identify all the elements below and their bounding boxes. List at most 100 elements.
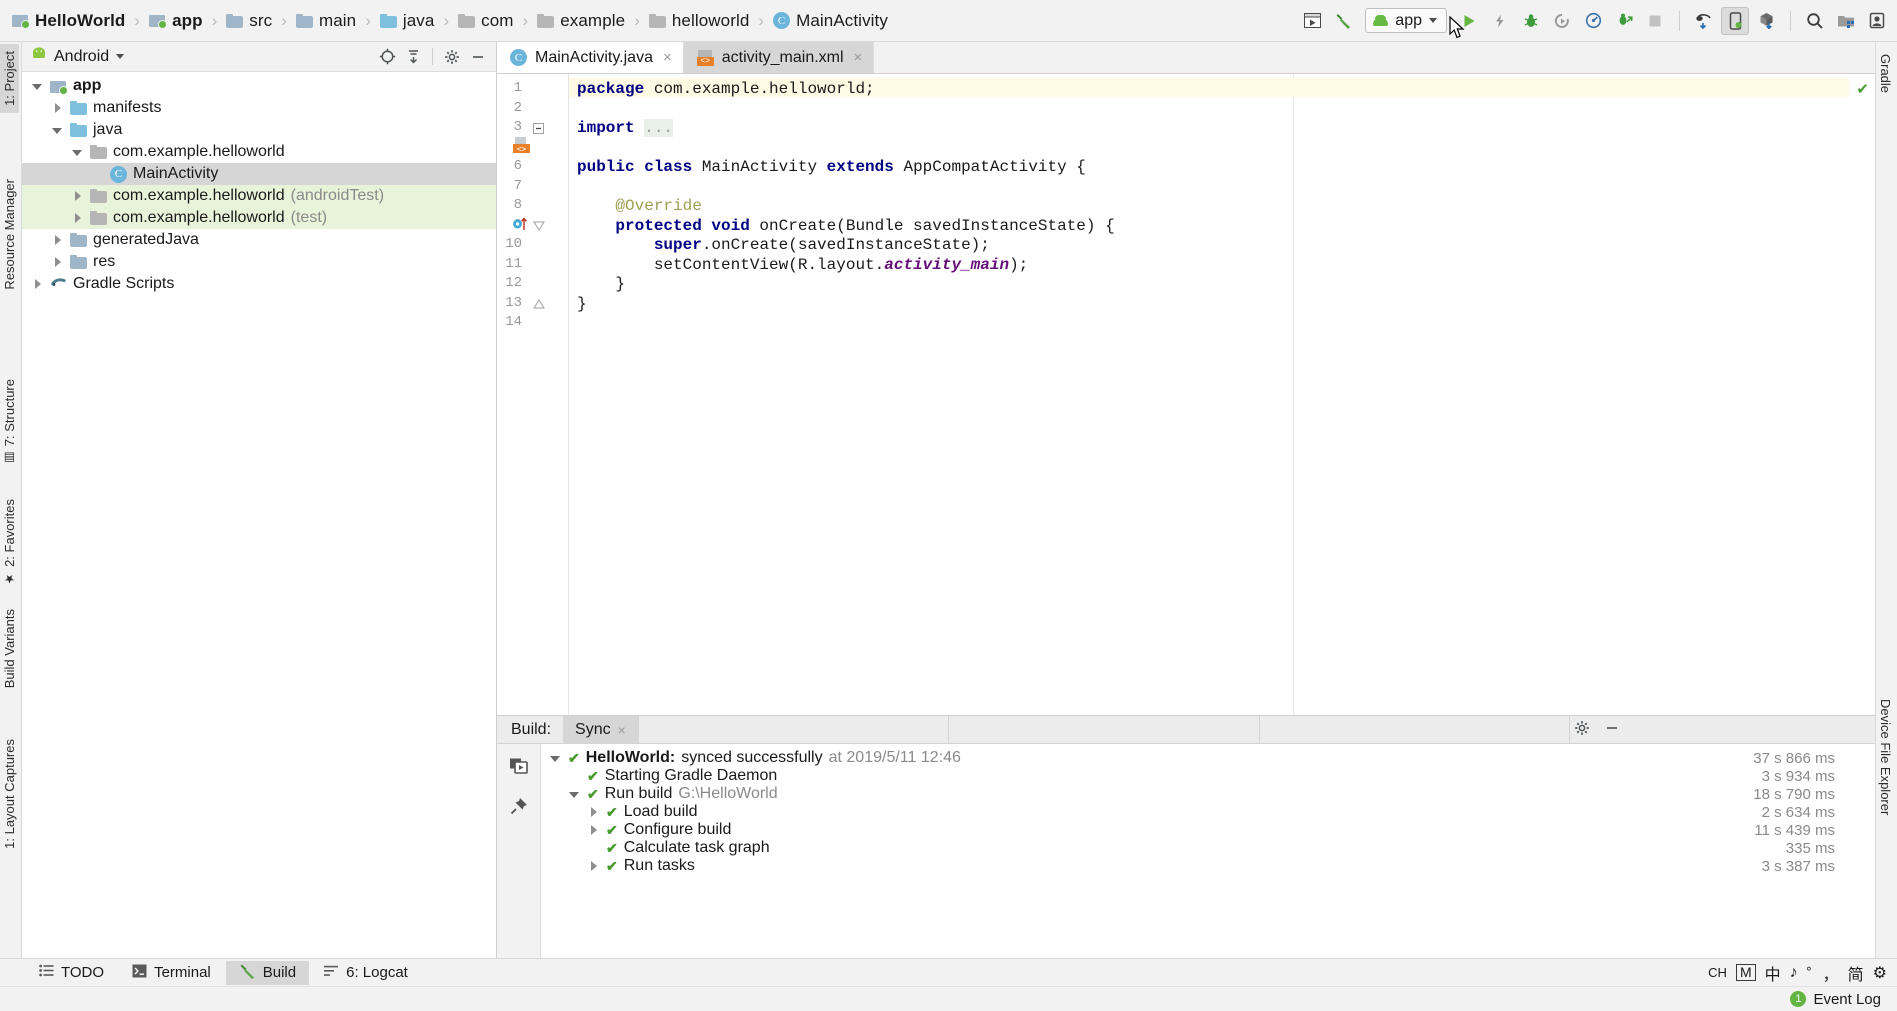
build-toggle-right-icon[interactable] <box>587 806 600 819</box>
pin-tab-button[interactable] <box>505 793 533 819</box>
ime-settings-gear[interactable]: ⚙ <box>1873 963 1887 983</box>
breadcrumb-item-java[interactable]: java <box>378 7 437 35</box>
tree-toggle-right-icon[interactable] <box>71 212 84 225</box>
build-settings-gear-button[interactable] <box>1570 716 1594 740</box>
left-toolwindow-build-variants[interactable]: Build Variants <box>0 602 19 695</box>
tree-toggle-right-icon[interactable] <box>51 102 64 115</box>
search-everywhere-button[interactable] <box>1801 7 1829 35</box>
tree-node-app[interactable]: app <box>22 75 496 97</box>
status-tool-build[interactable]: Build <box>225 960 310 985</box>
right-toolwindow-gradle[interactable]: Gradle <box>1876 47 1895 100</box>
status-tool-todo[interactable]: TODO <box>26 961 117 985</box>
project-tree[interactable]: app manifests java com.example.helloworld C M… <box>22 72 496 958</box>
fold-import-icon[interactable] <box>533 121 546 134</box>
fold-method-end-icon[interactable] <box>532 296 546 309</box>
breadcrumb-item-example[interactable]: example <box>535 7 627 35</box>
tree-node-manifests[interactable]: manifests <box>22 97 496 119</box>
override-method-gutter-icon[interactable] <box>512 216 530 237</box>
hide-build-panel-button[interactable] <box>1600 716 1624 740</box>
tree-node-generatedjava[interactable]: generatedJava <box>22 229 496 251</box>
build-row[interactable]: ✔ Calculate task graph 335 ms <box>541 839 1849 857</box>
avd-manager-button[interactable] <box>1298 7 1326 35</box>
rerun-build-button[interactable] <box>505 753 533 779</box>
breadcrumb-item-mainactivity[interactable]: C MainActivity <box>771 7 890 35</box>
code-content[interactable]: package com.example.helloworld; import ..… <box>569 74 1849 715</box>
fold-method-icon[interactable] <box>532 219 546 232</box>
profiler-button[interactable] <box>1579 7 1607 35</box>
build-output-tree[interactable]: ✔ HelloWorld: synced successfully at 2019… <box>541 744 1849 958</box>
ime-lang-ch[interactable]: CH <box>1708 965 1727 980</box>
project-view-selector[interactable]: Android <box>31 47 125 66</box>
debug-button[interactable] <box>1517 7 1545 35</box>
apply-changes-button[interactable] <box>1486 7 1514 35</box>
make-project-button[interactable] <box>1329 7 1357 35</box>
breadcrumb-item-helloworld[interactable]: HelloWorld <box>10 7 127 35</box>
ime-simplified[interactable]: 简 <box>1848 961 1864 985</box>
ime-indicator[interactable]: CH M 中 ♪ ゜， 简 ⚙ <box>1708 961 1897 985</box>
collapse-all-button[interactable] <box>401 45 425 69</box>
avd-device-manager-button[interactable] <box>1721 6 1749 35</box>
layout-inspector-button[interactable] <box>1863 7 1891 35</box>
ime-mode-m[interactable]: M <box>1735 964 1756 981</box>
build-row[interactable]: ✔ Configure build 11 s 439 ms <box>541 821 1849 839</box>
run-with-coverage-button[interactable] <box>1548 7 1576 35</box>
build-toggle-down-icon[interactable] <box>568 788 581 801</box>
right-toolwindow-device-file-explorer[interactable]: Device File Explorer <box>1876 692 1895 822</box>
left-toolwindow-7-structure[interactable]: ▤ 7: Structure <box>0 372 19 472</box>
close-icon[interactable]: × <box>854 49 863 66</box>
breadcrumb-item-src[interactable]: src <box>224 7 274 35</box>
breadcrumb-item-app[interactable]: app <box>147 7 205 35</box>
ime-music[interactable]: ♪ <box>1790 964 1798 982</box>
sync-gradle-button[interactable] <box>1690 7 1718 35</box>
close-icon[interactable]: × <box>618 722 626 738</box>
editor-gutter[interactable]: 123567891011121314<> <box>497 74 569 715</box>
tree-node-com-example-helloworld[interactable]: com.example.helloworld <box>22 141 496 163</box>
tree-toggle-right-icon[interactable] <box>51 256 64 269</box>
status-tool-6-logcat[interactable]: 6: Logcat <box>311 961 421 985</box>
breadcrumb-item-main[interactable]: main <box>294 7 358 35</box>
tree-node-java[interactable]: java <box>22 119 496 141</box>
tree-toggle-right-icon[interactable] <box>71 190 84 203</box>
tree-node-gradle-scripts[interactable]: Gradle Scripts <box>22 273 496 295</box>
left-toolwindow-1-layout-captures[interactable]: 1: Layout Captures <box>0 732 19 856</box>
tree-toggle-down-icon[interactable] <box>51 124 64 137</box>
editor-markup-bar[interactable]: ✔ <box>1849 74 1875 715</box>
breadcrumb-item-com[interactable]: com <box>456 7 515 35</box>
hide-panel-button[interactable] <box>466 45 490 69</box>
tree-toggle-right-icon[interactable] <box>31 278 44 291</box>
attach-debugger-button[interactable] <box>1610 7 1638 35</box>
tree-toggle-down-icon[interactable] <box>71 146 84 159</box>
project-structure-button[interactable] <box>1832 7 1860 35</box>
tree-node-res[interactable]: res <box>22 251 496 273</box>
close-icon[interactable]: × <box>663 49 672 66</box>
build-toggle-right-icon[interactable] <box>587 860 600 873</box>
tree-toggle-right-icon[interactable] <box>51 234 64 247</box>
tree-node-com-example-helloworld[interactable]: com.example.helloworld (test) <box>22 207 496 229</box>
breadcrumb-item-helloworld[interactable]: helloworld <box>647 7 752 35</box>
build-row[interactable]: ✔ HelloWorld: synced successfully at 2019… <box>541 749 1849 767</box>
tree-node-mainactivity[interactable]: C MainActivity <box>22 163 496 185</box>
event-log-label[interactable]: Event Log <box>1813 991 1881 1008</box>
build-scrollbar[interactable] <box>1849 744 1875 958</box>
class-gutter-icon[interactable]: <> <box>513 136 530 159</box>
build-row[interactable]: ✔ Run build G:\HelloWorld 18 s 790 ms <box>541 785 1849 803</box>
left-toolwindow-1-project[interactable]: 1: Project <box>0 44 19 113</box>
ime-chinese[interactable]: 中 <box>1765 961 1781 985</box>
build-tab-sync[interactable]: Sync × <box>563 716 638 743</box>
ime-punct[interactable]: ゜， <box>1807 961 1839 985</box>
build-row[interactable]: ✔ Run tasks 3 s 387 ms <box>541 857 1849 875</box>
build-row[interactable]: ✔ Load build 2 s 634 ms <box>541 803 1849 821</box>
build-row[interactable]: ✔ Starting Gradle Daemon 3 s 934 ms <box>541 767 1849 785</box>
build-toggle-right-icon[interactable] <box>587 824 600 837</box>
editor-tab-mainactivity-java[interactable]: C MainActivity.java × <box>497 42 684 73</box>
tree-toggle-down-icon[interactable] <box>31 80 44 93</box>
build-toggle-down-icon[interactable] <box>549 752 562 765</box>
run-button[interactable] <box>1455 7 1483 35</box>
select-opened-file-button[interactable] <box>375 45 399 69</box>
status-tool-terminal[interactable]: Terminal <box>119 961 224 985</box>
left-toolwindow-2-favorites[interactable]: ★ 2: Favorites <box>0 492 19 593</box>
editor-tab-activity-main-xml[interactable]: activity_main.xml × <box>683 42 875 73</box>
left-toolwindow-resource-manager[interactable]: Resource Manager <box>0 172 19 297</box>
tree-node-com-example-helloworld[interactable]: com.example.helloworld (androidTest) <box>22 185 496 207</box>
stop-button[interactable] <box>1641 7 1669 35</box>
